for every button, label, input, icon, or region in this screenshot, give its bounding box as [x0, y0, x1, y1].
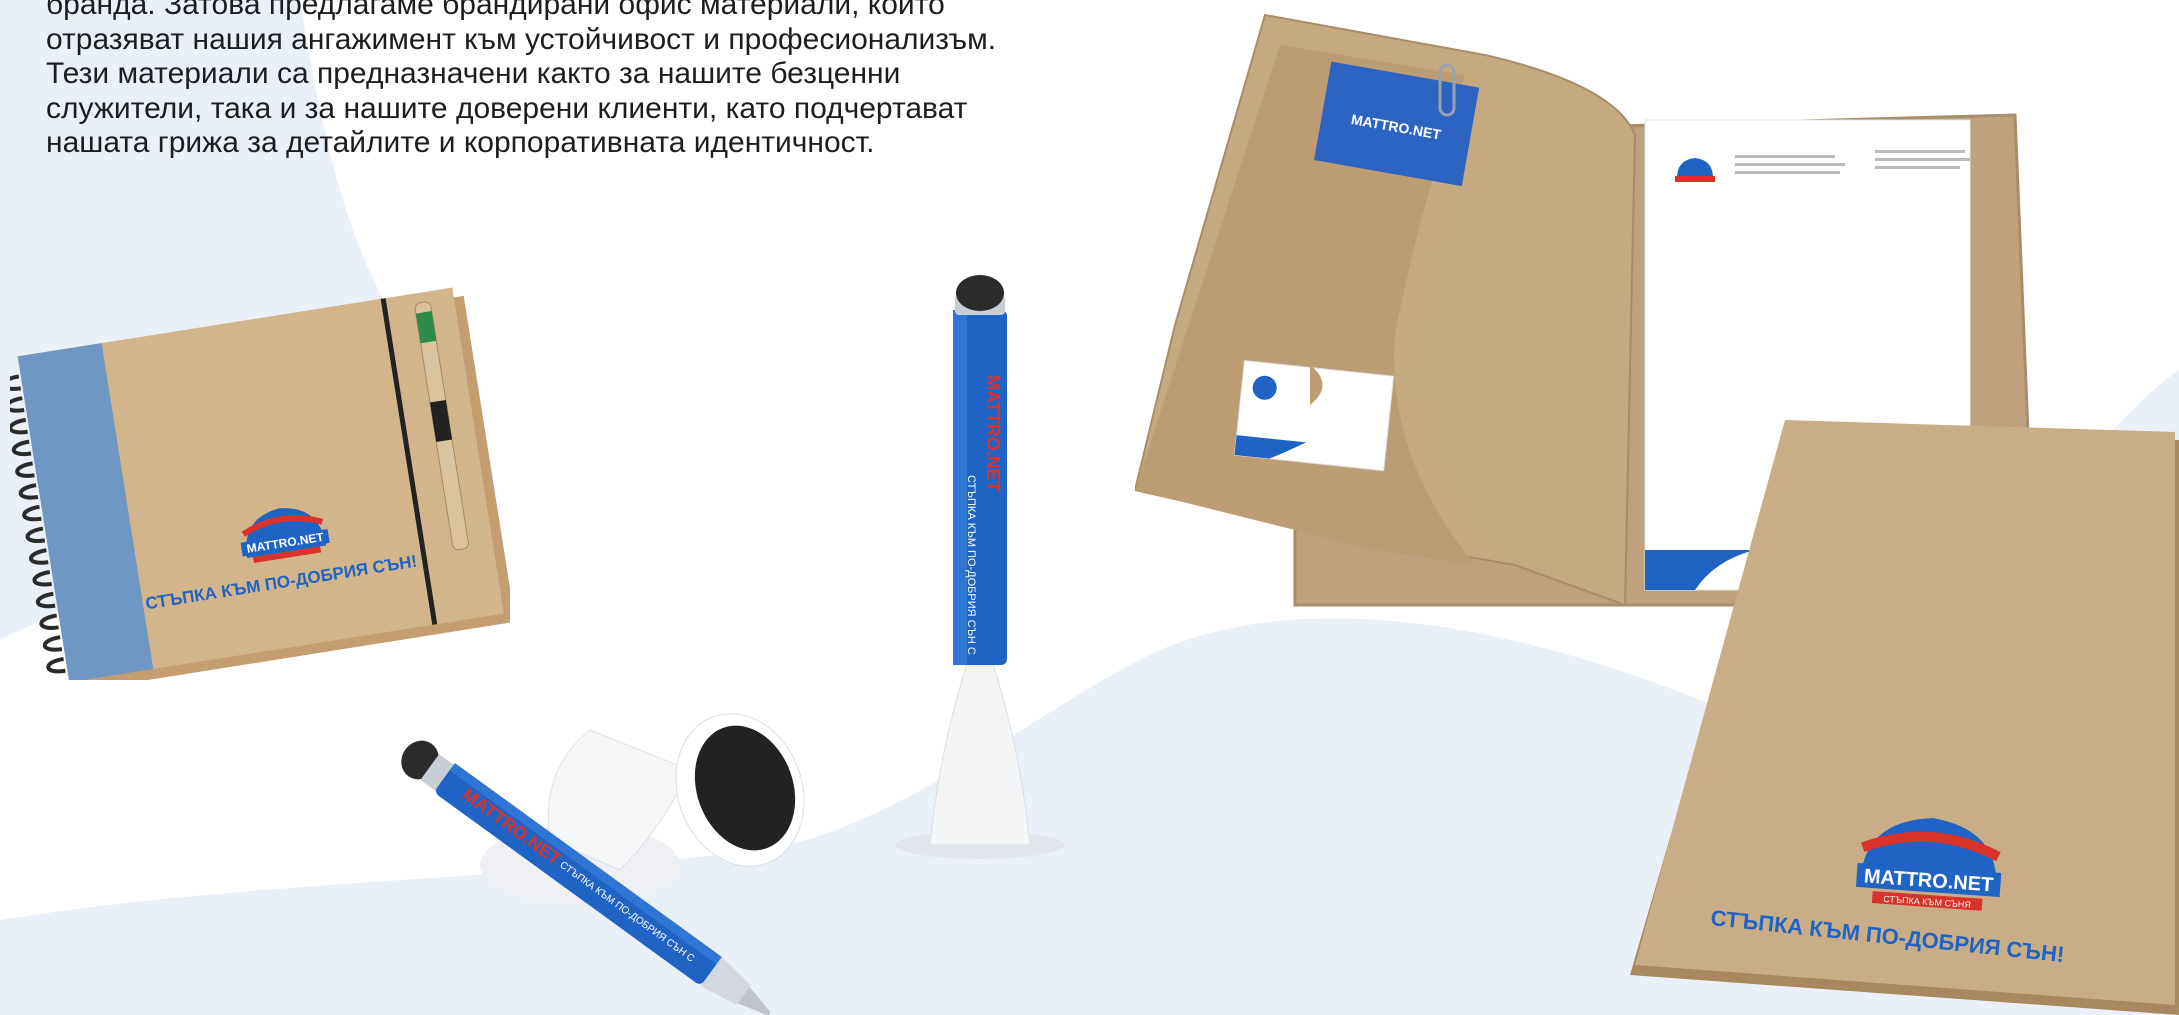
intro-line: нашата грижа за детайлите и корпоративна… — [46, 126, 875, 159]
closed-folder-image: MATTRO.NET СТЪПКА КЪМ СЪНЯ СТЪПКА КЪМ ПО… — [1630, 420, 2179, 1015]
intro-paragraph: бранда. Затова предлагаме брандирани офи… — [46, 0, 1156, 161]
intro-line: служители, така и за нашите доверени кли… — [46, 91, 968, 125]
stylus-pen-lying-image: MATTRO.NET СТЪПКА КЪМ ПО-ДОБРИЯ СЪН С — [401, 713, 805, 1015]
stand-pen-slogan: СТЪПКА КЪМ ПО-ДОБРИЯ СЪН С — [965, 475, 977, 655]
notebook-image: MATTRO.NET СТЪПКА КЪМ ПО-ДОБРИЯ СЪН! — [10, 287, 510, 680]
intro-line: бранда. Затова предлагаме брандирани офи… — [46, 0, 945, 21]
stand-pen-logo: MATTRO.NET — [983, 375, 1003, 492]
stylus-pen-stand-image: MATTRO.NET СТЪПКА КЪМ ПО-ДОБРИЯ СЪН С — [895, 275, 1065, 859]
intro-line: отразяват нашия ангажимент към устойчиво… — [46, 22, 997, 56]
intro-line: Тези материали са предназначени както за… — [46, 57, 901, 90]
